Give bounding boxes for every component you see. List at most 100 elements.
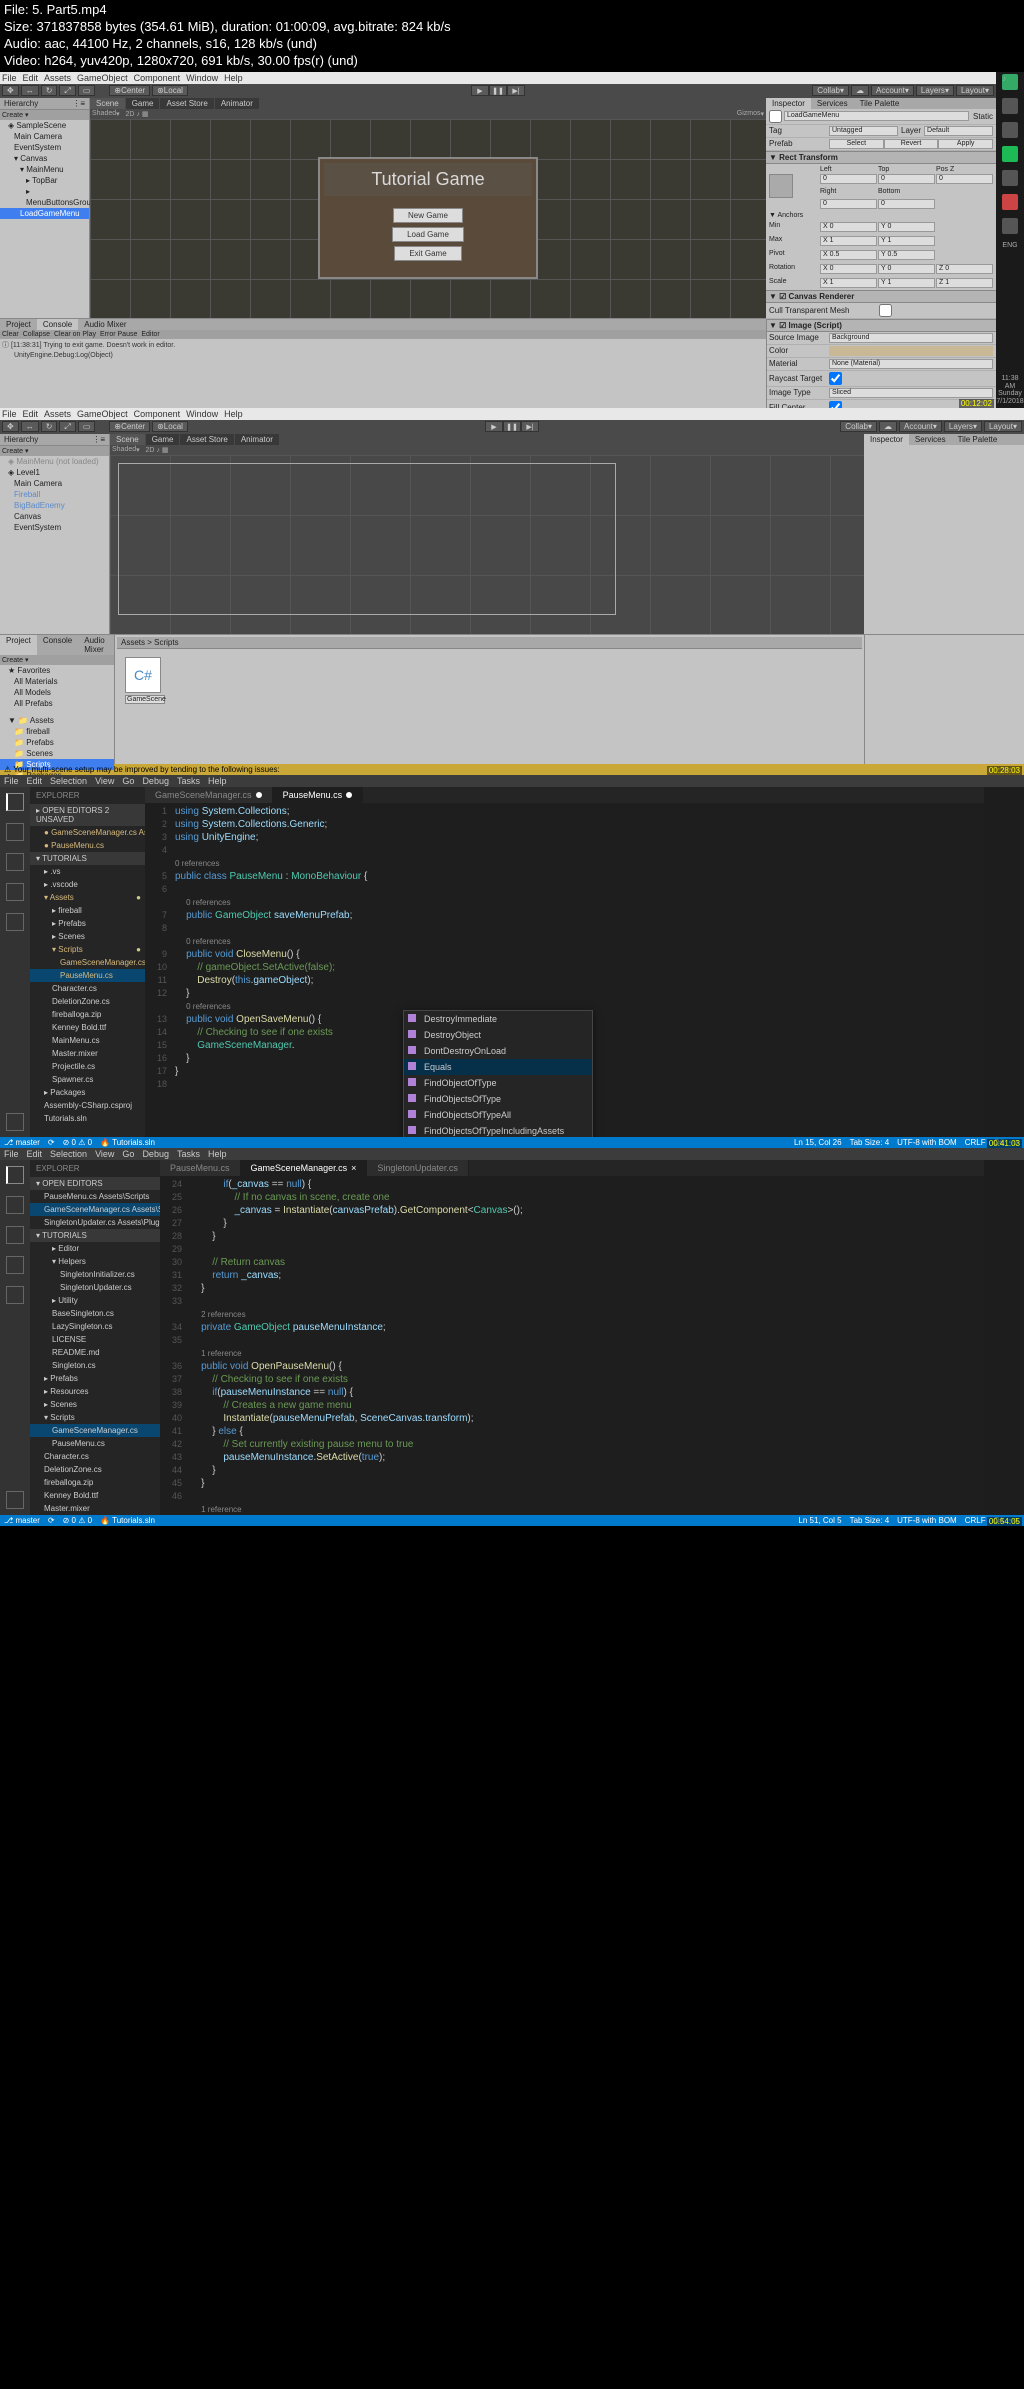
services-tab[interactable]: Services xyxy=(811,98,854,109)
hierarchy-item[interactable]: Fireball xyxy=(0,489,109,500)
hierarchy-item[interactable]: ▾ MainMenu xyxy=(0,164,89,175)
rotate-tool-icon[interactable]: ↻ xyxy=(41,421,58,432)
hierarchy-item[interactable]: BigBadEnemy xyxy=(0,500,109,511)
editor-area[interactable]: GameSceneManager.cs PauseMenu.cs 1using … xyxy=(145,787,984,1137)
inspector-tab[interactable]: Inspector xyxy=(766,98,811,109)
editor-area[interactable]: PauseMenu.cs GameSceneManager.cs × Singl… xyxy=(160,1160,984,1515)
vscode-menubar[interactable]: FileEditSelectionViewGoDebugTasksHelp xyxy=(0,775,1024,787)
hierarchy-panel[interactable]: Hierarchy⋮≡ Create ▾ ◈ SampleScene Main … xyxy=(0,98,90,318)
taskbar-icon[interactable] xyxy=(1002,146,1018,162)
explorer-sidebar[interactable]: EXPLORER ▸ OPEN EDITORS 2 UNSAVED ● Game… xyxy=(30,787,145,1137)
editor-tab[interactable]: PauseMenu.cs xyxy=(160,1160,241,1176)
editor-tab-active[interactable]: GameSceneManager.cs × xyxy=(241,1160,368,1176)
panel-menu-icon[interactable]: ⋮≡ xyxy=(72,99,85,108)
debug-icon[interactable] xyxy=(6,1256,24,1274)
hierarchy-item[interactable]: ▾ Canvas xyxy=(0,153,89,164)
game-tab[interactable]: Game xyxy=(126,98,160,109)
load-game-button[interactable]: Load Game xyxy=(392,227,464,242)
canvas-renderer-header[interactable]: ▼ ☑ Canvas Renderer xyxy=(766,290,996,303)
rect-tool-icon[interactable]: ▭ xyxy=(78,85,96,96)
project-folders[interactable]: Project Console Audio Mixer Create ▾ ★ F… xyxy=(0,635,115,764)
scale-tool-icon[interactable]: ⤢ xyxy=(59,421,75,432)
minimap[interactable] xyxy=(984,1160,1024,1515)
step-button[interactable]: ▶| xyxy=(521,421,539,432)
project-indicator[interactable]: 🔥 Tutorials.sln xyxy=(100,1138,155,1147)
editor-tab[interactable]: GameSceneManager.cs xyxy=(145,787,273,803)
editor-tab-active[interactable]: PauseMenu.cs xyxy=(273,787,364,803)
gear-icon[interactable] xyxy=(6,1491,24,1509)
intellisense-popup[interactable]: DestroyImmediate DestroyObject DontDestr… xyxy=(403,1010,593,1137)
windows-taskbar[interactable]: ♪ ENG 11:38 AM Sunday 7/1/2018 xyxy=(996,72,1024,408)
audio-mixer-tab[interactable]: Audio Mixer xyxy=(78,319,132,330)
git-icon[interactable] xyxy=(6,853,24,871)
asset-store-tab[interactable]: Asset Store xyxy=(160,98,213,109)
taskbar-icon[interactable] xyxy=(1002,122,1018,138)
animator-tab[interactable]: Animator xyxy=(215,98,259,109)
code-editor[interactable]: 1using System.Collections; 2using System… xyxy=(145,803,984,1137)
debug-icon[interactable] xyxy=(6,883,24,901)
gameobject-name-field[interactable]: LoadGameMenu xyxy=(784,111,969,121)
play-button[interactable]: ▶ xyxy=(485,421,503,432)
hand-tool-icon[interactable]: ✥ xyxy=(2,85,19,96)
console-tab[interactable]: Console xyxy=(37,319,78,330)
git-icon[interactable] xyxy=(6,1226,24,1244)
tile-palette-tab[interactable]: Tile Palette xyxy=(854,98,906,109)
gear-icon[interactable] xyxy=(6,1113,24,1131)
hierarchy-panel[interactable]: Hierarchy⋮≡ Create ▾ ◈ MainMenu (not loa… xyxy=(0,434,110,634)
layers-button[interactable]: Layers ▾ xyxy=(916,85,954,96)
hierarchy-item[interactable]: ▸ TopBar xyxy=(0,175,89,186)
rotate-tool-icon[interactable]: ↻ xyxy=(41,85,58,96)
activity-bar[interactable] xyxy=(0,787,30,1137)
inspector-panel[interactable]: Inspector Services Tile Palette LoadGame… xyxy=(766,98,996,318)
explorer-sidebar[interactable]: EXPLORER ▾ OPEN EDITORS PauseMenu.cs Ass… xyxy=(30,1160,160,1515)
pivot-center-button[interactable]: ⊕ Center xyxy=(109,421,150,432)
rect-tool-icon[interactable]: ▭ xyxy=(78,421,96,432)
vscode-menubar[interactable]: FileEditSelectionViewGoDebugTasksHelp xyxy=(0,1148,1024,1160)
pause-button[interactable]: ❚❚ xyxy=(489,85,507,96)
hierarchy-item[interactable]: EventSystem xyxy=(0,142,89,153)
active-checkbox[interactable] xyxy=(769,110,782,123)
account-button[interactable]: Account ▾ xyxy=(871,85,914,96)
unity-menubar[interactable]: FileEditAssetsGameObjectComponentWindowH… xyxy=(0,408,1024,420)
scene-root[interactable]: ◈ SampleScene xyxy=(0,120,89,131)
new-game-button[interactable]: New Game xyxy=(393,208,463,223)
collab-button[interactable]: Collab ▾ xyxy=(812,85,849,96)
extensions-icon[interactable] xyxy=(6,1286,24,1304)
activity-bar[interactable] xyxy=(0,1160,30,1515)
taskbar-icon[interactable]: ♪ xyxy=(1002,74,1018,90)
console-message[interactable]: ⓘ [11:38:31] Trying to exit game. Doesn'… xyxy=(0,339,766,351)
unity-menubar[interactable]: FileEditAssetsGameObjectComponentWindowH… xyxy=(0,72,996,84)
local-button[interactable]: ⊛ Local xyxy=(152,85,188,96)
cloud-icon[interactable]: ☁ xyxy=(851,85,869,96)
search-icon[interactable] xyxy=(6,823,24,841)
taskbar-icon[interactable] xyxy=(1002,98,1018,114)
taskbar-icon[interactable] xyxy=(1002,170,1018,186)
extensions-icon[interactable] xyxy=(6,913,24,931)
hierarchy-item-selected[interactable]: LoadGameMenu xyxy=(0,208,89,219)
hierarchy-item[interactable]: EventSystem xyxy=(0,522,109,533)
console-panel[interactable]: Project Console Audio Mixer Clear Collap… xyxy=(0,319,766,408)
search-icon[interactable] xyxy=(6,1196,24,1214)
hierarchy-item[interactable]: Canvas xyxy=(0,511,109,522)
move-tool-icon[interactable]: ↔ xyxy=(21,85,39,96)
scale-tool-icon[interactable]: ⤢ xyxy=(59,85,75,96)
warning-bar[interactable]: ⚠ Your multi-scene setup may be improved… xyxy=(0,764,1024,775)
hierarchy-tab[interactable]: Hierarchy xyxy=(4,99,38,108)
breadcrumb[interactable]: Assets > Scripts xyxy=(117,637,862,649)
status-bar[interactable]: ⎇ master ⟳⊘ 0 ⚠ 0 🔥 Tutorials.sln Ln 51,… xyxy=(0,1515,1024,1526)
status-bar[interactable]: ⎇ master ⟳⊘ 0 ⚠ 0 🔥 Tutorials.sln Ln 15,… xyxy=(0,1137,1024,1148)
layout-button[interactable]: Layout ▾ xyxy=(956,85,994,96)
pause-button[interactable]: ❚❚ xyxy=(503,421,521,432)
minimap[interactable] xyxy=(984,787,1024,1137)
taskbar-icon[interactable] xyxy=(1002,218,1018,234)
hierarchy-item[interactable]: Main Camera xyxy=(0,478,109,489)
inspector-panel[interactable]: Inspector Services Tile Palette xyxy=(864,434,1024,634)
unity-toolbar[interactable]: ✥ ↔ ↻ ⤢ ▭ ⊕ Center ⊛ Local ▶ ❚❚ ▶| Colla… xyxy=(0,420,1024,434)
unity-toolbar[interactable]: ✥ ↔ ↻ ⤢ ▭ ⊕ Center ⊛ Local ▶ ❚❚ ▶| Colla… xyxy=(0,84,996,98)
local-button[interactable]: ⊛ Local xyxy=(152,421,188,432)
files-icon[interactable] xyxy=(6,1166,24,1184)
files-icon[interactable] xyxy=(6,793,24,811)
hand-tool-icon[interactable]: ✥ xyxy=(2,421,19,432)
script-file[interactable]: C# GameScene xyxy=(125,657,165,704)
step-button[interactable]: ▶| xyxy=(507,85,525,96)
